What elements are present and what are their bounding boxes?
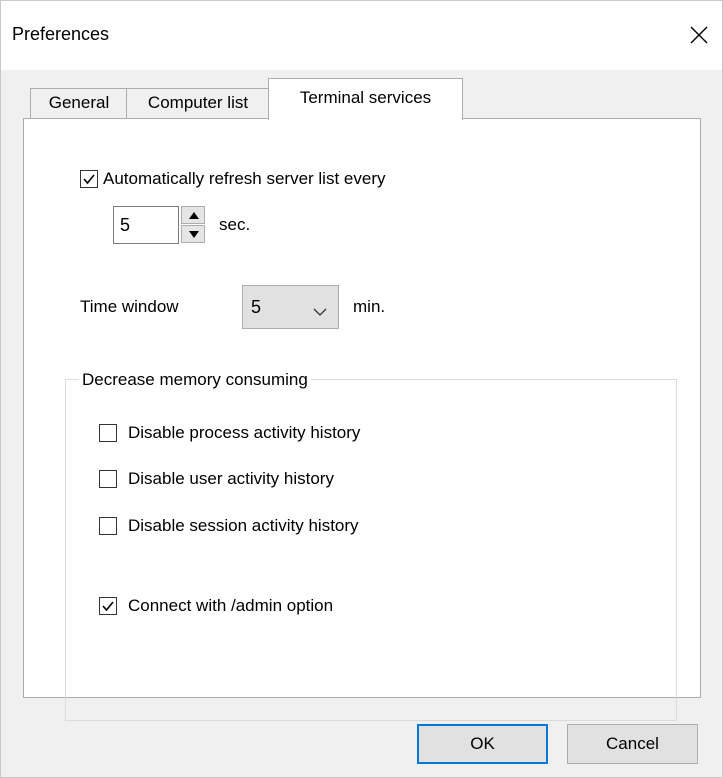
arrow-up-icon bbox=[189, 212, 199, 219]
time-window-unit-label: min. bbox=[353, 297, 386, 316]
disable-process-history-label: Disable process activity history bbox=[128, 423, 361, 442]
disable-user-history-checkbox[interactable] bbox=[99, 470, 117, 488]
disable-process-history-checkbox[interactable] bbox=[99, 424, 117, 442]
admin-option-label: Connect with /admin option bbox=[128, 596, 334, 615]
refresh-unit-label: sec. bbox=[219, 215, 251, 234]
disable-session-history-label: Disable session activity history bbox=[128, 516, 359, 535]
tab-terminal-services[interactable]: Terminal services bbox=[268, 78, 463, 120]
spin-down-button[interactable] bbox=[181, 225, 205, 243]
chevron-down-icon bbox=[313, 302, 327, 322]
title-bar: Preferences bbox=[0, 0, 723, 70]
auto-refresh-checkbox[interactable] bbox=[80, 170, 98, 188]
cancel-button[interactable]: Cancel bbox=[567, 724, 698, 764]
time-window-label: Time window bbox=[80, 297, 179, 316]
arrow-down-icon bbox=[189, 231, 199, 238]
checkmark-icon bbox=[83, 174, 95, 185]
window-title: Preferences bbox=[12, 24, 110, 44]
ok-button[interactable]: OK bbox=[417, 724, 548, 764]
tab-general[interactable]: General bbox=[30, 88, 128, 119]
checkmark-icon bbox=[102, 601, 114, 612]
tab-general-label: General bbox=[48, 93, 110, 112]
memory-group-title: Decrease memory consuming bbox=[79, 370, 311, 390]
time-window-select[interactable]: 5 bbox=[242, 285, 339, 329]
admin-option-checkbox[interactable] bbox=[99, 597, 117, 615]
tab-computer-list[interactable]: Computer list bbox=[126, 88, 270, 119]
disable-user-history-label: Disable user activity history bbox=[128, 469, 334, 488]
tab-computer-list-label: Computer list bbox=[147, 93, 249, 112]
disable-session-history-checkbox[interactable] bbox=[99, 517, 117, 535]
auto-refresh-label: Automatically refresh server list every bbox=[103, 169, 386, 188]
refresh-interval-spinner[interactable] bbox=[181, 206, 207, 244]
time-window-value: 5 bbox=[251, 297, 262, 317]
refresh-interval-input[interactable]: 5 bbox=[113, 206, 179, 244]
spin-up-button[interactable] bbox=[181, 206, 205, 224]
tab-terminal-services-label: Terminal services bbox=[299, 88, 432, 107]
close-icon[interactable] bbox=[686, 22, 712, 48]
